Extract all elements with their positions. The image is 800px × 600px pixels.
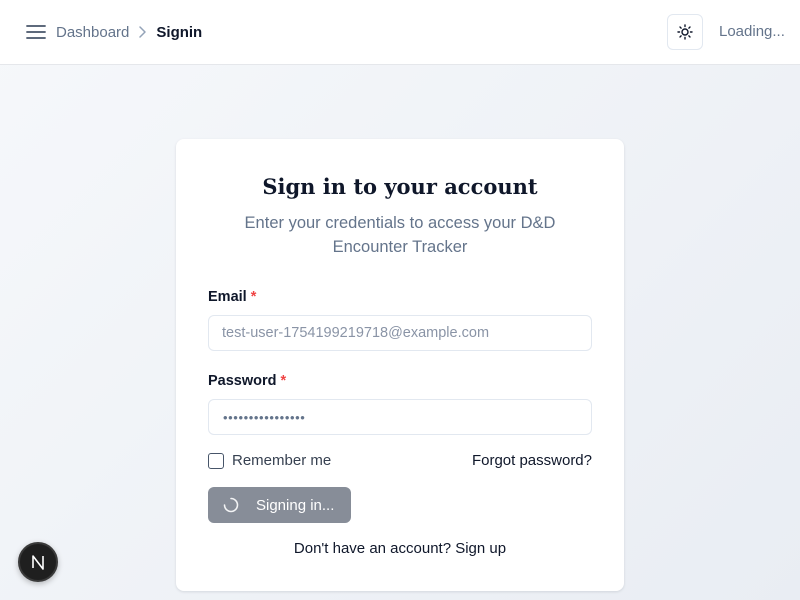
signin-button[interactable]: Signing in...: [208, 487, 351, 523]
sun-icon: [677, 24, 693, 40]
page-subtitle: Enter your credentials to access your D&…: [244, 214, 556, 256]
breadcrumb-current: Signin: [156, 23, 203, 41]
signup-link[interactable]: Don't have an account? Sign up: [176, 540, 624, 558]
breadcrumb: Dashboard Signin: [56, 22, 202, 42]
remember-me-checkbox[interactable]: [208, 452, 224, 469]
password-required-mark: *: [280, 373, 287, 389]
chevron-right-icon: [138, 25, 148, 39]
breadcrumb-dashboard-link[interactable]: Dashboard: [56, 24, 129, 41]
nextjs-logo-icon: [32, 555, 44, 570]
password-field[interactable]: ••••••••••••••••: [208, 399, 592, 435]
email-label-text: Email: [208, 289, 247, 305]
theme-toggle-button[interactable]: [667, 14, 703, 50]
sidebar-toggle-button[interactable]: [26, 22, 46, 42]
top-bar: Dashboard Signin Loading...: [0, 0, 800, 65]
password-masked-value: ••••••••••••••••: [223, 410, 306, 425]
nextjs-dev-badge[interactable]: [18, 542, 58, 582]
spinner-icon: [223, 497, 239, 513]
remember-me-label: Remember me: [232, 452, 332, 469]
email-field[interactable]: [208, 315, 592, 351]
user-status-text: Loading...: [719, 23, 785, 40]
page-title: Sign in to your account: [262, 174, 538, 199]
menu-icon: [26, 25, 46, 39]
signin-button-label: Signing in...: [256, 496, 335, 514]
signin-card: Sign in to your account Enter your crede…: [176, 139, 624, 591]
email-required-mark: *: [250, 289, 257, 305]
password-label-text: Password: [208, 373, 277, 389]
password-label: Password *: [208, 372, 286, 390]
remember-me-option[interactable]: Remember me: [208, 452, 331, 469]
email-label: Email *: [208, 288, 256, 306]
forgot-password-link[interactable]: Forgot password?: [472, 452, 592, 470]
